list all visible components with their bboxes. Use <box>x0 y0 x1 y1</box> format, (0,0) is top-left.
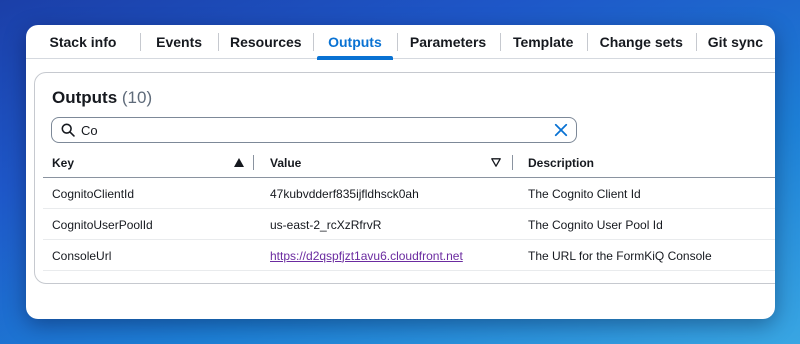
output-value: 47kubvdderf835ijfldhsck0ah <box>270 186 419 201</box>
column-divider[interactable] <box>512 155 513 170</box>
sort-descending-icon[interactable] <box>491 158 501 167</box>
output-description: The Cognito Client Id <box>528 186 641 201</box>
tab-events[interactable]: Events <box>139 25 218 59</box>
output-key: ConsoleUrl <box>52 248 112 263</box>
tab-template[interactable]: Template <box>499 25 587 59</box>
search-icon <box>61 123 75 137</box>
tab-stack-info[interactable]: Stack info <box>26 25 140 59</box>
table-row: ConsoleUrl https://d2qspfjzt1avu6.cloudf… <box>43 240 775 271</box>
search-input[interactable] <box>81 120 541 140</box>
column-header-key[interactable]: Key <box>52 149 74 177</box>
tab-change-sets[interactable]: Change sets <box>586 25 696 59</box>
output-key: CognitoClientId <box>52 186 135 201</box>
output-key: CognitoUserPoolId <box>52 217 153 232</box>
table-row: CognitoClientId 47kubvdderf835ijfldhsck0… <box>43 178 775 209</box>
outputs-title: Outputs <box>52 88 118 107</box>
output-description: The Cognito User Pool Id <box>528 217 663 232</box>
close-icon[interactable] <box>554 123 568 137</box>
table-row: CognitoUserPoolId us-east-2_rcXzRfrvR Th… <box>43 209 775 240</box>
outputs-panel: Outputs (10) Key Value Description <box>34 72 775 284</box>
tab-resources[interactable]: Resources <box>218 25 313 59</box>
column-divider[interactable] <box>253 155 254 170</box>
column-header-description[interactable]: Description <box>528 149 594 177</box>
search-box[interactable] <box>51 117 577 143</box>
console-url-link[interactable]: https://d2qspfjzt1avu6.cloudfront.net <box>270 240 463 271</box>
outputs-count: (10) <box>121 88 153 107</box>
outputs-heading: Outputs (10) <box>52 88 152 108</box>
sort-ascending-icon[interactable] <box>234 158 244 167</box>
column-header-value[interactable]: Value <box>270 149 301 177</box>
output-value: us-east-2_rcXzRfrvR <box>270 217 382 232</box>
tab-outputs[interactable]: Outputs <box>313 25 396 60</box>
tab-git-sync[interactable]: Git sync <box>695 25 775 59</box>
tab-parameters[interactable]: Parameters <box>396 25 500 59</box>
output-description: The URL for the FormKiQ Console <box>528 248 712 263</box>
tab-bar: Stack info Events Resources Outputs Para… <box>26 25 775 60</box>
cloudformation-window: Stack info Events Resources Outputs Para… <box>26 25 775 319</box>
